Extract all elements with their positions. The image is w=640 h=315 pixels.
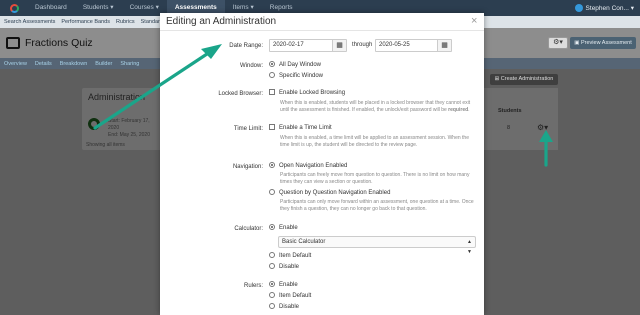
nav-open-label: Open Navigation Enabled (279, 163, 348, 170)
tab-builder[interactable]: Builder (95, 61, 112, 67)
through-label: through (352, 42, 373, 48)
admin-footer: Showing all items (86, 142, 125, 148)
window-label: Window: (239, 63, 263, 69)
students-count: 8 (507, 125, 511, 131)
nav-qbq-help: Participants can only move forward withi… (280, 199, 474, 212)
calculator-label: Calculator: (234, 226, 263, 232)
time-limit-label: Time Limit: (233, 126, 263, 132)
radio-icon (269, 189, 275, 195)
create-administration-button[interactable]: ⊞ Create Administration (490, 74, 558, 85)
calc-item-default-radio[interactable]: Item Default (269, 252, 312, 260)
administration-panel: Administration Start: February 17, 2020 … (82, 88, 162, 150)
nav-qbq-radio[interactable]: Question by Question Navigation Enabled (269, 189, 391, 197)
checkbox-icon (269, 89, 275, 95)
checkbox-icon (269, 124, 275, 130)
calc-disable-label: Disable (279, 264, 300, 271)
tab-sharing[interactable]: Sharing (120, 61, 139, 67)
calculator-select[interactable]: Basic Calculator ▲ ▼ (278, 236, 476, 255)
calculator-select-value: Basic Calculator (282, 239, 326, 245)
subnav-performance-bands[interactable]: Performance Bands (61, 19, 110, 25)
edit-administration-modal: Editing an Administration × Date Range: … (160, 13, 484, 315)
calc-enable-radio[interactable]: Enable (269, 224, 298, 232)
calc-item-default-label: Item Default (279, 253, 312, 260)
avatar (574, 4, 583, 12)
locked-help-line2: until the assessment is finished. If ena… (280, 107, 449, 113)
admin-end: End: May 25, 2020 (108, 132, 150, 138)
window-all-day-label: All Day Window (279, 62, 322, 69)
start-calendar-icon[interactable]: ▦ (332, 39, 347, 52)
window-specific-label: Specific Window (279, 73, 324, 80)
user-menu[interactable]: Stephen Con... ▾ (574, 4, 640, 12)
tab-breakdown[interactable]: Breakdown (60, 61, 88, 67)
locked-browser-help: When this is enabled, students will be p… (280, 100, 471, 113)
administration-title: Administration (88, 92, 146, 102)
modal-header: Editing an Administration × (160, 13, 484, 31)
nav-assessments-label: Assessments (174, 4, 217, 11)
rulers-disable-radio[interactable]: Disable (269, 303, 300, 311)
settings-gear-button[interactable]: ⚙▾ (548, 37, 568, 49)
time-limit-help: When this is enabled, a time limit will … (280, 135, 469, 148)
nav-students-label: Students (82, 4, 109, 11)
close-icon[interactable]: × (471, 15, 477, 27)
nav-items-label: Items (232, 4, 249, 11)
radio-icon (269, 252, 275, 258)
user-name: Stephen Con... (585, 4, 629, 12)
page-title: Fractions Quiz (25, 37, 93, 49)
nav-qbq-label: Question by Question Navigation Enabled (279, 190, 391, 197)
radio-selected-icon (269, 281, 275, 287)
nav-courses-label: Courses (129, 4, 154, 11)
create-administration-label: Create Administration (500, 76, 554, 82)
calc-disable-radio[interactable]: Disable (269, 263, 300, 271)
app-logo-icon[interactable] (10, 3, 19, 13)
rulers-disable-label: Disable (279, 304, 300, 311)
tab-overview[interactable]: Overview (4, 61, 27, 67)
locked-browser-label: Locked Browser: (218, 91, 263, 97)
subnav-rubrics[interactable]: Rubrics (116, 19, 135, 25)
window-specific-radio[interactable]: Specific Window (269, 72, 324, 80)
nav-students[interactable]: Students ▾ (75, 0, 122, 16)
window-all-day-radio[interactable]: All Day Window (269, 61, 322, 69)
end-calendar-icon[interactable]: ▦ (437, 39, 452, 52)
administration-dates: Start: February 17, 2020 End: May 25, 20… (108, 118, 162, 139)
preview-assessment-button[interactable]: ▣ Preview Assessment (570, 37, 636, 49)
locked-browser-option: Enable Locked Browsing (279, 90, 346, 97)
power-icon (88, 118, 100, 130)
students-column-header: Students (498, 108, 522, 114)
navigation-label: Navigation: (232, 164, 263, 170)
rulers-item-default-radio[interactable]: Item Default (269, 292, 312, 300)
rulers-label: Rulers: (243, 283, 263, 289)
rulers-enable-label: Enable (279, 282, 298, 289)
row-gear-icon[interactable]: ⚙▾ (537, 123, 548, 132)
locked-help-required: required (448, 107, 469, 113)
rulers-item-default-label: Item Default (279, 293, 312, 300)
nav-dashboard[interactable]: Dashboard (27, 0, 75, 16)
tab-details[interactable]: Details (35, 61, 52, 67)
radio-icon (269, 263, 275, 269)
subnav-search-assessments[interactable]: Search Assessments (4, 19, 55, 25)
radio-icon (269, 303, 275, 309)
locked-browser-checkbox[interactable]: Enable Locked Browsing (269, 89, 346, 97)
chevron-down-icon: ▲ ▼ (467, 239, 472, 255)
radio-icon (269, 72, 275, 78)
preview-label: Preview Assessment (580, 40, 632, 46)
date-range-label: Date Range: (229, 43, 263, 49)
administration-table-panel (482, 88, 558, 150)
rulers-enable-radio[interactable]: Enable (269, 281, 298, 289)
radio-selected-icon (269, 162, 275, 168)
radio-selected-icon (269, 61, 275, 67)
nav-open-radio[interactable]: Open Navigation Enabled (269, 162, 348, 170)
radio-selected-icon (269, 224, 275, 230)
assessment-icon (6, 37, 20, 49)
time-limit-checkbox[interactable]: Enable a Time Limit (269, 124, 332, 132)
radio-icon (269, 292, 275, 298)
nav-open-help: Participants can freely move from questi… (280, 172, 470, 185)
admin-start: Start: February 17, 2020 (108, 118, 150, 131)
calc-enable-label: Enable (279, 225, 298, 232)
locked-help-line1: When this is enabled, students will be p… (280, 100, 471, 106)
time-limit-option: Enable a Time Limit (279, 125, 332, 132)
modal-title: Editing an Administration (166, 16, 277, 27)
